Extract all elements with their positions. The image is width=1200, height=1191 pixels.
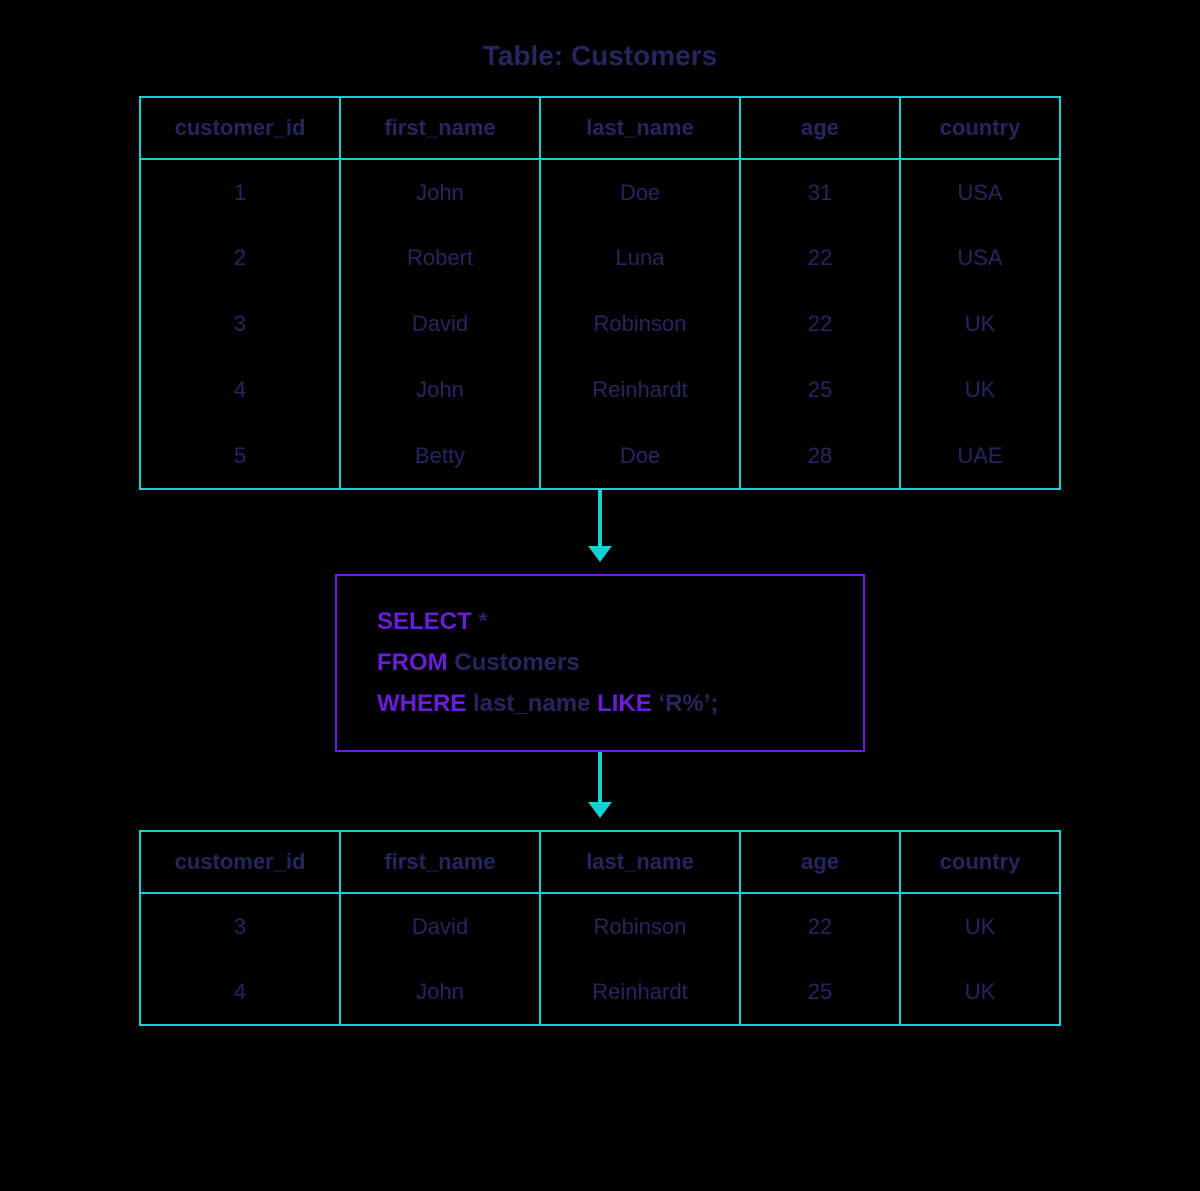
cell-age: 25 (740, 959, 900, 1025)
cell-id: 3 (140, 291, 340, 357)
cell-age: 28 (740, 423, 900, 489)
col-header-country: country (900, 97, 1060, 159)
cell-first: John (340, 159, 540, 225)
query-line-select: SELECT * (377, 602, 823, 643)
cell-id: 5 (140, 423, 340, 489)
col-header-first: first_name (340, 97, 540, 159)
cell-id: 4 (140, 357, 340, 423)
table-row: 2 Robert Luna 22 USA (140, 225, 1060, 291)
col-header-id: customer_id (140, 97, 340, 159)
source-header-row: customer_id first_name last_name age cou… (140, 97, 1060, 159)
cell-last: Robinson (540, 893, 740, 959)
col-header-country: country (900, 831, 1060, 893)
cell-last: Reinhardt (540, 959, 740, 1025)
kw-from: FROM (377, 649, 448, 676)
cell-country: USA (900, 159, 1060, 225)
cell-last: Doe (540, 159, 740, 225)
cell-id: 3 (140, 893, 340, 959)
diagram-title: Table: Customers (483, 40, 717, 72)
cell-id: 2 (140, 225, 340, 291)
cell-age: 31 (740, 159, 900, 225)
col-header-age: age (740, 831, 900, 893)
col-header-id: customer_id (140, 831, 340, 893)
cell-country: UAE (900, 423, 1060, 489)
query-line-where: WHERE last_name LIKE ‘R%’; (377, 684, 823, 725)
cell-first: David (340, 893, 540, 959)
col-header-last: last_name (540, 97, 740, 159)
arrow-down-icon (598, 752, 602, 816)
source-table: customer_id first_name last_name age cou… (139, 96, 1061, 490)
kw-where: WHERE (377, 690, 466, 717)
from-rest: Customers (448, 649, 580, 676)
table-row: 3 David Robinson 22 UK (140, 291, 1060, 357)
cell-age: 22 (740, 893, 900, 959)
col-header-last: last_name (540, 831, 740, 893)
cell-country: UK (900, 291, 1060, 357)
table-row: 1 John Doe 31 USA (140, 159, 1060, 225)
query-line-from: FROM Customers (377, 643, 823, 684)
cell-first: Betty (340, 423, 540, 489)
table-row: 4 John Reinhardt 25 UK (140, 959, 1060, 1025)
kw-like: LIKE (597, 690, 652, 717)
where-mid: last_name (466, 690, 597, 717)
cell-id: 1 (140, 159, 340, 225)
cell-first: John (340, 357, 540, 423)
table-row: 4 John Reinhardt 25 UK (140, 357, 1060, 423)
cell-age: 22 (740, 225, 900, 291)
col-header-first: first_name (340, 831, 540, 893)
table-row: 5 Betty Doe 28 UAE (140, 423, 1060, 489)
cell-first: Robert (340, 225, 540, 291)
select-rest: * (472, 608, 488, 635)
kw-select: SELECT (377, 608, 472, 635)
cell-last: Luna (540, 225, 740, 291)
cell-id: 4 (140, 959, 340, 1025)
cell-last: Robinson (540, 291, 740, 357)
cell-first: David (340, 291, 540, 357)
arrow-down-icon (598, 490, 602, 560)
cell-country: UK (900, 959, 1060, 1025)
cell-country: UK (900, 893, 1060, 959)
cell-country: UK (900, 357, 1060, 423)
result-header-row: customer_id first_name last_name age cou… (140, 831, 1060, 893)
result-table: customer_id first_name last_name age cou… (139, 830, 1061, 1026)
cell-country: USA (900, 225, 1060, 291)
col-header-age: age (740, 97, 900, 159)
cell-last: Doe (540, 423, 740, 489)
sql-query-box: SELECT * FROM Customers WHERE last_name … (335, 574, 865, 752)
cell-first: John (340, 959, 540, 1025)
cell-age: 25 (740, 357, 900, 423)
table-row: 3 David Robinson 22 UK (140, 893, 1060, 959)
cell-last: Reinhardt (540, 357, 740, 423)
like-rest: ‘R%’; (652, 690, 719, 717)
cell-age: 22 (740, 291, 900, 357)
